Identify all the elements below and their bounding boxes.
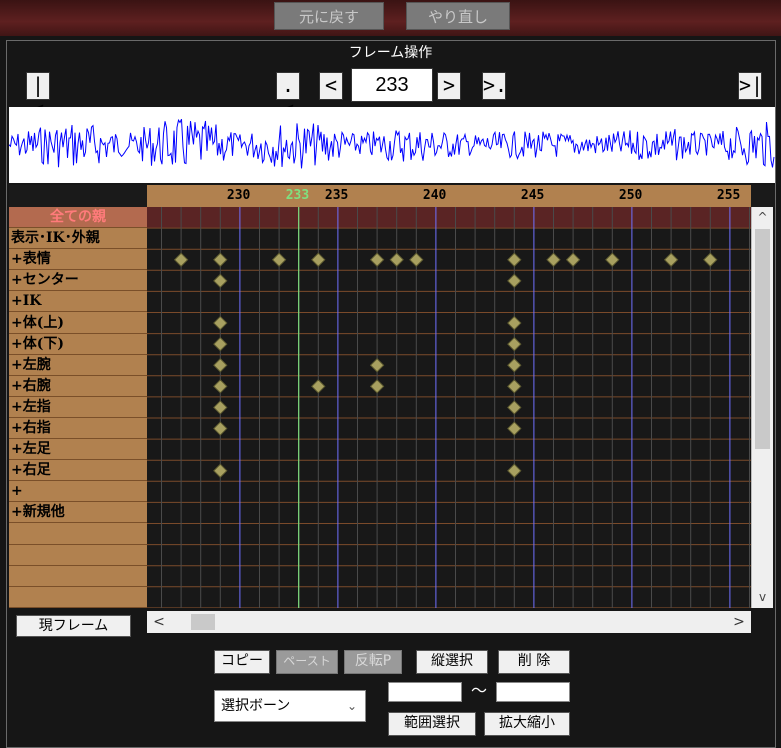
track-label[interactable] xyxy=(9,566,147,587)
audio-waveform xyxy=(8,107,775,183)
keyframe-diamond xyxy=(213,421,228,436)
keyframe-diamond xyxy=(311,379,326,394)
keyframe-diamond xyxy=(507,273,522,289)
first-frame-button[interactable]: |< xyxy=(26,72,50,121)
track-label[interactable]: +右指 xyxy=(9,418,147,439)
keyframe-diamond xyxy=(565,252,581,267)
keyframe-diamond xyxy=(213,379,228,394)
timeline-grid[interactable] xyxy=(147,207,751,608)
ruler-tick-label: 233 xyxy=(285,188,310,203)
horizontal-scrollbar[interactable]: < > xyxy=(147,611,751,633)
scroll-left-icon[interactable]: < xyxy=(149,611,169,633)
ruler-tick-label: 235 xyxy=(324,188,349,203)
keyframe-diamond xyxy=(507,315,522,331)
range-select-button[interactable]: 範囲選択 xyxy=(388,712,476,736)
timeline-canvas[interactable] xyxy=(147,207,751,608)
track-label[interactable]: +右腕 xyxy=(9,376,147,397)
copy-button[interactable]: コピー xyxy=(214,650,270,674)
horizontal-scroll-thumb[interactable] xyxy=(191,614,215,630)
range-start-input[interactable] xyxy=(388,682,462,702)
keyframe-diamond xyxy=(311,252,326,267)
keyframe-diamond xyxy=(703,252,718,267)
scale-button[interactable]: 拡大縮小 xyxy=(484,712,570,736)
track-label[interactable]: +IK xyxy=(9,291,147,313)
bone-select-dropdown[interactable]: 選択ボーン ⌄ xyxy=(214,690,366,722)
vertical-select-button[interactable]: 縦選択 xyxy=(416,650,488,674)
keyframe-diamond xyxy=(213,315,228,331)
last-frame-button[interactable]: >| xyxy=(738,72,763,100)
scroll-right-icon[interactable]: > xyxy=(729,611,749,633)
root-track-row xyxy=(147,207,751,229)
ruler-tick-label: 255 xyxy=(716,188,741,203)
current-frame-button[interactable]: 現フレーム xyxy=(16,615,131,637)
chevron-down-icon: ⌄ xyxy=(346,699,357,713)
track-label[interactable]: +体(上) xyxy=(9,313,147,334)
keyframe-diamond xyxy=(369,252,385,267)
ruler-tick-label: 250 xyxy=(618,188,643,203)
keyframe-diamond xyxy=(507,252,522,267)
paste-button[interactable]: ペースト xyxy=(276,650,338,674)
track-label[interactable]: +左腕 xyxy=(9,355,147,376)
waveform-path xyxy=(8,118,775,169)
track-label[interactable]: +体(下) xyxy=(9,334,147,355)
keyframe-diamond xyxy=(213,463,228,478)
top-toolbar xyxy=(0,0,781,36)
track-label[interactable]: +右足 xyxy=(9,460,147,482)
keyframe-diamond xyxy=(409,252,424,267)
track-label[interactable]: 全ての親 xyxy=(9,207,147,228)
keyframe-diamond xyxy=(605,252,620,267)
keyframe-diamond xyxy=(213,358,228,373)
scroll-up-icon[interactable]: ^ xyxy=(752,207,773,227)
keyframe-diamond xyxy=(663,252,679,267)
frame-number-input[interactable]: 233 xyxy=(351,68,433,102)
keyframe-diamond xyxy=(507,358,522,373)
bone-select-value: 選択ボーン xyxy=(221,698,291,714)
panel-title: フレーム操作 xyxy=(348,45,433,61)
keyframe-diamond xyxy=(507,379,522,394)
track-label[interactable]: +表情 xyxy=(9,249,147,271)
vertical-scroll-thumb[interactable] xyxy=(755,229,770,449)
waveform-graph xyxy=(8,118,775,169)
keyframe-diamond xyxy=(271,252,287,267)
track-label[interactable]: 表示･IK･外親 xyxy=(9,228,147,250)
flip-paste-button[interactable]: 反転P xyxy=(344,650,402,674)
ruler-tick-label: 245 xyxy=(520,188,545,203)
redo-button[interactable]: やり直し xyxy=(406,2,510,30)
keyframe-diamond xyxy=(369,358,385,373)
track-label[interactable]: + xyxy=(9,481,147,503)
range-end-input[interactable] xyxy=(496,682,570,702)
keyframe-diamond xyxy=(507,336,522,352)
track-label[interactable] xyxy=(9,587,147,608)
keyframe-diamond xyxy=(369,379,385,394)
keyframe-diamond xyxy=(507,421,522,436)
prev-keyframe-button[interactable]: .< xyxy=(276,72,300,121)
keyframe-diamond xyxy=(173,252,189,267)
keyframe-diamond xyxy=(213,336,228,352)
track-label[interactable]: +センター xyxy=(9,270,147,292)
undo-button[interactable]: 元に戻す xyxy=(274,2,384,30)
range-tilde: ～ xyxy=(470,681,487,700)
keyframe-diamond xyxy=(213,252,228,267)
prev-frame-button[interactable]: < xyxy=(319,72,343,100)
next-frame-button[interactable]: > xyxy=(437,72,461,100)
delete-button[interactable]: 削 除 xyxy=(498,650,570,674)
keyframe-diamond xyxy=(507,400,522,415)
keyframe-diamond xyxy=(389,252,404,267)
track-label[interactable] xyxy=(9,545,147,566)
track-label[interactable]: +新規他 xyxy=(9,502,147,524)
vertical-scrollbar[interactable]: ^ v xyxy=(751,207,773,608)
keyframe-diamond xyxy=(507,463,522,478)
keyframe-diamond xyxy=(213,400,228,415)
frame-ruler[interactable]: 230 233 235 240 245 250 255 xyxy=(147,185,751,207)
scroll-down-icon[interactable]: v xyxy=(752,587,773,607)
track-label[interactable]: +左足 xyxy=(9,439,147,461)
keyframe-diamond xyxy=(546,252,561,267)
next-keyframe-button[interactable]: >. xyxy=(482,72,507,100)
keyframe-diamond xyxy=(213,273,228,289)
track-label[interactable] xyxy=(9,524,147,545)
ruler-tick-label: 230 xyxy=(226,188,251,203)
ruler-tick-label: 240 xyxy=(422,188,447,203)
track-label-column: 全ての親 表示･IK･外親 +表情 +センター +IK +体(上) +体(下) +左腕 +右腕… xyxy=(9,207,147,608)
track-label[interactable]: +左指 xyxy=(9,397,147,418)
